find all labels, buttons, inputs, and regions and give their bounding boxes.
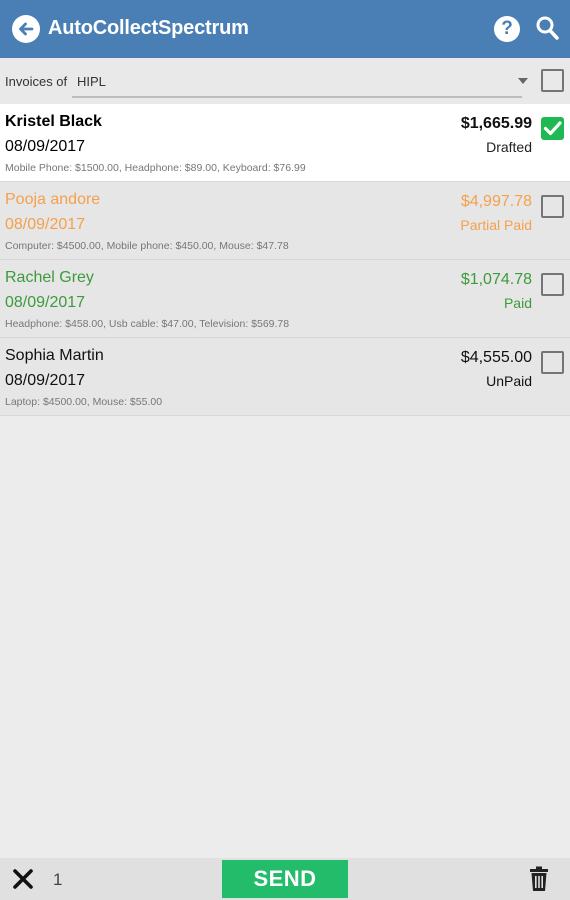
customer-name: Rachel Grey xyxy=(5,269,94,286)
trash-icon[interactable] xyxy=(528,866,550,892)
invoice-date: 08/09/2017 xyxy=(5,372,86,389)
dropdown-arrow-icon xyxy=(518,78,528,84)
customer-name: Kristel Black xyxy=(5,113,102,130)
invoice-date: 08/09/2017 xyxy=(5,216,86,233)
customer-name: Pooja andore xyxy=(5,191,101,208)
invoice-status: Partial Paid xyxy=(460,217,532,233)
invoice-date: 08/09/2017 xyxy=(5,138,86,155)
invoice-amount: $4,997.78 xyxy=(460,193,532,210)
help-icon[interactable]: ? xyxy=(494,16,520,42)
company-value: HIPL xyxy=(77,74,106,89)
filter-label: Invoices of xyxy=(5,74,68,89)
invoice-checkbox[interactable] xyxy=(541,351,564,374)
search-icon[interactable] xyxy=(535,14,561,42)
invoice-items: Mobile Phone: $1500.00, Headphone: $89.0… xyxy=(5,162,306,174)
invoice-row[interactable]: Pooja andore 08/09/2017 Computer: $4500.00… xyxy=(0,182,570,260)
selection-action-bar: 1 SEND xyxy=(0,858,570,900)
invoice-row[interactable]: Rachel Grey 08/09/2017 Headphone: $458.00,… xyxy=(0,260,570,338)
invoice-status: UnPaid xyxy=(486,373,532,389)
select-all-checkbox[interactable] xyxy=(541,69,564,92)
invoice-items: Headphone: $458.00, Usb cable: $47.00, T… xyxy=(5,318,290,330)
invoice-checkbox[interactable] xyxy=(541,195,564,218)
invoice-row[interactable]: Sophia Martin 08/09/2017 Laptop: $4500.00,… xyxy=(0,338,570,416)
app-title: AutoCollectSpectrum xyxy=(48,17,249,39)
invoice-amount: $4,555.00 xyxy=(460,349,532,366)
customer-name: Sophia Martin xyxy=(5,347,104,364)
invoice-items: Laptop: $4500.00, Mouse: $55.00 xyxy=(5,396,163,408)
invoice-amount: $1,665.99 xyxy=(460,115,532,132)
invoice-amount: $1,074.78 xyxy=(460,271,532,288)
invoice-filter-bar: Invoices of HIPL xyxy=(0,58,570,104)
invoice-status: Drafted xyxy=(486,139,532,155)
invoice-date: 08/09/2017 xyxy=(5,294,86,311)
invoice-status: Paid xyxy=(503,295,532,311)
close-icon[interactable] xyxy=(11,867,35,891)
back-arrow-icon[interactable] xyxy=(12,15,40,43)
invoice-items: Computer: $4500.00, Mobile phone: $450.0… xyxy=(5,240,289,252)
selected-count: 1 xyxy=(53,870,63,889)
send-button[interactable]: SEND xyxy=(222,860,348,898)
app-bar: AutoCollectSpectrum ? xyxy=(0,0,570,58)
checkmark-icon xyxy=(543,121,562,136)
company-dropdown[interactable]: HIPL xyxy=(72,66,528,98)
invoice-checkbox[interactable] xyxy=(541,117,564,140)
invoice-row[interactable]: Kristel Black 08/09/2017 Mobile Phone: $15… xyxy=(0,104,570,182)
invoice-checkbox[interactable] xyxy=(541,273,564,296)
